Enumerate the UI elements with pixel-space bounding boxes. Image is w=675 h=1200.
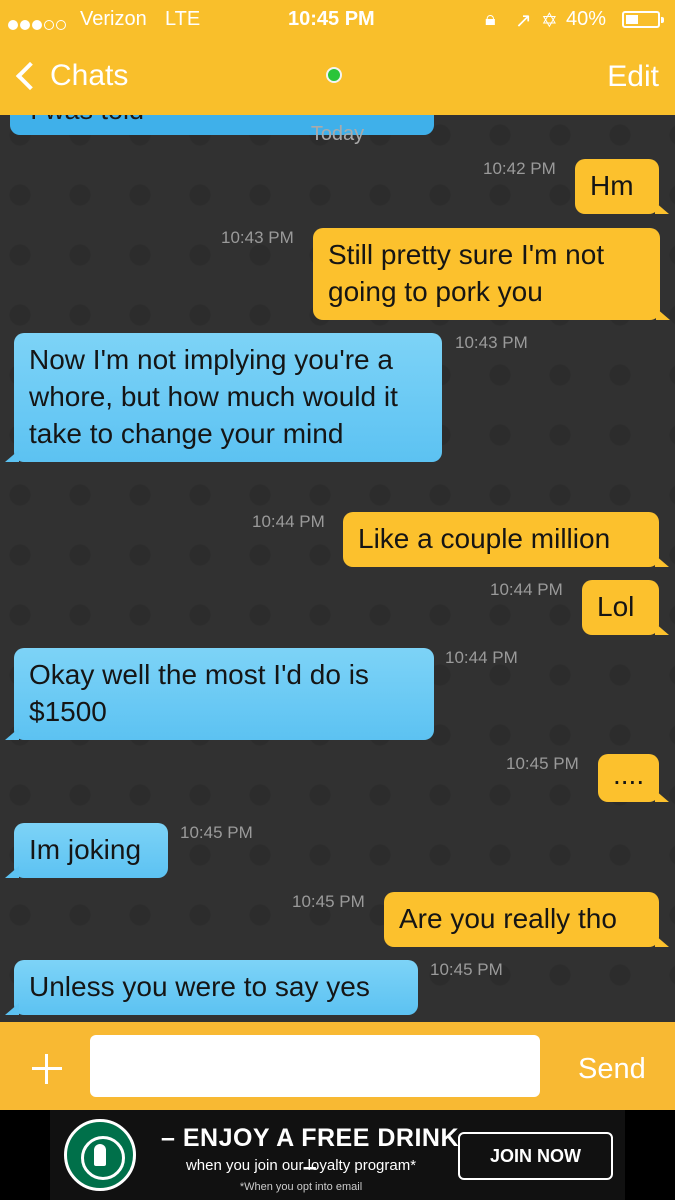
incoming-message[interactable]: Okay well the most I'd do is $1500 [5, 648, 434, 740]
outgoing-message[interactable]: Hm [575, 159, 669, 214]
battery-icon [622, 11, 664, 28]
signal-strength-icon [8, 13, 68, 36]
send-button[interactable]: Send [578, 1053, 646, 1086]
message-timestamp: 10:45 PM [180, 823, 253, 842]
battery-percent: 40% [566, 8, 607, 30]
status-bar: Verizon LTE 10:45 PM 🔒︎ ↗ ✡︎ 40% [0, 0, 675, 38]
incoming-message[interactable]: Now I'm not implying you're a whore, but… [5, 333, 442, 462]
outgoing-message[interactable]: Are you really tho [384, 892, 669, 947]
ad-banner-container: – ENJOY A FREE DRINK – when you join our… [0, 1110, 675, 1200]
message-timestamp: 10:43 PM [455, 333, 528, 352]
message-timestamp: 10:43 PM [221, 228, 294, 247]
header: Verizon LTE 10:45 PM 🔒︎ ↗ ✡︎ 40% Chats E… [0, 0, 675, 115]
date-divider: Today [310, 123, 365, 145]
incoming-message[interactable]: Unless you were to say yes [5, 960, 418, 1015]
message-timestamp: 10:44 PM [445, 648, 518, 667]
message-timestamp: 10:44 PM [252, 512, 325, 531]
compose-bar: Send [0, 1022, 675, 1110]
ad-fine-print: *When you opt into email [239, 1181, 363, 1193]
message-input[interactable] [90, 1035, 540, 1097]
outgoing-message[interactable]: .... [598, 754, 669, 802]
carrier-name: Verizon [80, 8, 147, 30]
outgoing-message[interactable]: Still pretty sure I'm not going to pork … [313, 228, 670, 320]
incoming-message[interactable]: Im joking [5, 823, 168, 878]
add-attachment-button[interactable] [30, 1052, 64, 1086]
network-type: LTE [165, 8, 201, 30]
edit-button[interactable]: Edit [607, 60, 659, 94]
online-status-indicator [326, 67, 342, 83]
nav-bar: Chats Edit [0, 38, 675, 115]
chat-thread[interactable]: I was told Today 10:42 PM Hm 10:43 PM St… [0, 115, 675, 1022]
back-label: Chats [50, 59, 129, 92]
lock-rotation-icon: 🔒︎ [485, 8, 496, 30]
message-timestamp: 10:44 PM [490, 580, 563, 599]
message-timestamp: 10:42 PM [483, 159, 556, 178]
chevron-left-icon [15, 61, 45, 91]
status-time: 10:45 PM [288, 8, 375, 30]
join-now-button[interactable]: JOIN NOW [458, 1132, 613, 1180]
location-arrow-icon: ↗ [515, 10, 532, 32]
back-to-chats-button[interactable]: Chats [12, 56, 128, 96]
ad-banner[interactable]: – ENJOY A FREE DRINK – when you join our… [50, 1110, 625, 1200]
bluetooth-icon: ✡︎ [541, 10, 558, 32]
grindr-chat-screen: Verizon LTE 10:45 PM 🔒︎ ↗ ✡︎ 40% Chats E… [0, 0, 675, 1200]
outgoing-message[interactable]: Lol [582, 580, 669, 635]
message-timestamp: 10:45 PM [430, 960, 503, 979]
message-timestamp: 10:45 PM [292, 892, 365, 911]
starbucks-logo-icon [64, 1119, 136, 1191]
outgoing-message[interactable]: Like a couple million [343, 512, 669, 567]
ad-subtitle: when you join our loyalty program* [185, 1157, 417, 1174]
message-timestamp: 10:45 PM [506, 754, 579, 773]
